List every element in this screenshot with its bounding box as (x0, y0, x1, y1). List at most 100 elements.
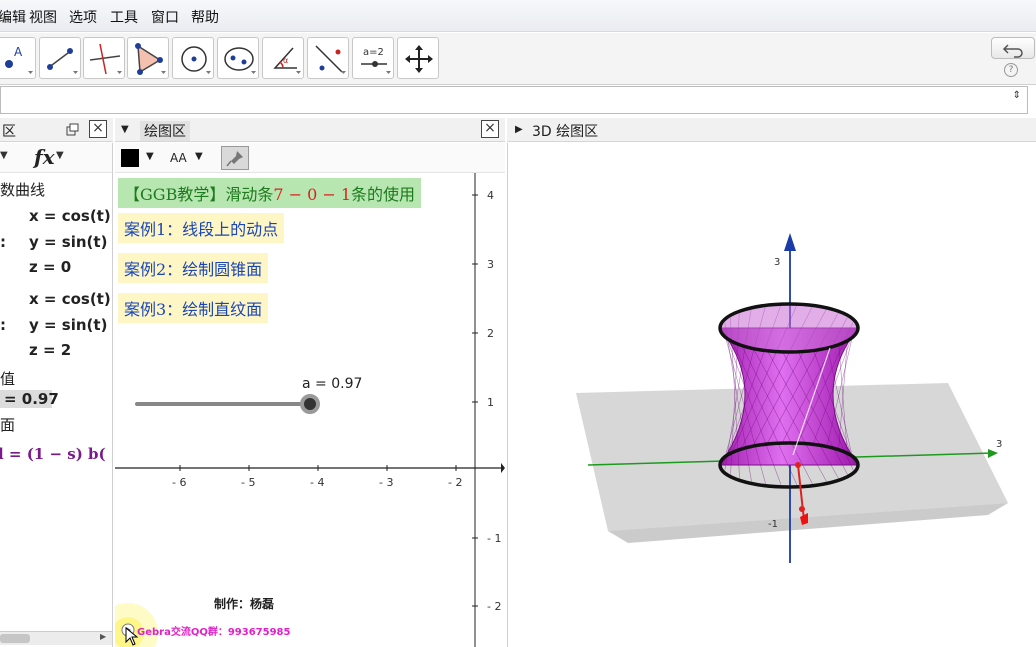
point-tool[interactable]: A (0, 37, 36, 79)
algebra-entry[interactable]: z = 2 (29, 341, 71, 359)
y-tick-label: 2 (487, 327, 494, 340)
dropdown-arrow-icon[interactable]: ▼ (56, 150, 64, 161)
undo-icon (1002, 44, 1023, 58)
ellipse-icon (224, 47, 256, 74)
input-spinner-icon[interactable]: ⇕ (1013, 91, 1021, 101)
menu-edit[interactable]: 编辑 (0, 7, 26, 27)
algebra-entry[interactable]: x = cos(t) (29, 207, 111, 225)
polygon-tool[interactable] (127, 37, 169, 79)
x-tick-label: - 2 (448, 476, 462, 489)
algebra-entry[interactable]: l = (1 − s) b( (0, 445, 106, 463)
dropdown-arrow-icon[interactable]: ▼ (146, 151, 154, 162)
perpendicular-tool[interactable] (83, 37, 125, 79)
slider-icon: a=2 (361, 47, 391, 74)
dropdown-arrow-icon[interactable]: ▼ (195, 151, 203, 162)
ellipse-tool[interactable] (217, 37, 259, 79)
algebra-entry-selected[interactable]: = 0.97 (0, 390, 59, 408)
graphics3d-view[interactable]: 3 3 -1 (507, 143, 1036, 647)
move-graphics-tool[interactable] (397, 37, 439, 79)
algebra-entry[interactable]: y = sin(t) (29, 316, 107, 334)
algebra-close-button[interactable]: × (89, 120, 107, 138)
text-style-button[interactable]: AA (170, 151, 187, 165)
title-part-a: 【GGB教学】滑动条 (124, 185, 274, 204)
perpendicular-icon (89, 43, 122, 75)
menu-tools[interactable]: 工具 (110, 7, 138, 27)
point-3d[interactable] (795, 462, 801, 468)
angle-tool[interactable]: α (262, 37, 304, 79)
scroll-right-icon[interactable]: ▶ (100, 632, 106, 641)
slider-track[interactable] (135, 402, 315, 406)
menu-window[interactable]: 窗口 (151, 7, 179, 27)
scrollbar-thumb[interactable] (0, 634, 30, 643)
graphics-title: 绘图区 (140, 121, 190, 141)
toolbar: A α a=2 ? (0, 33, 1036, 85)
x-tick-label: - 5 (241, 476, 255, 489)
fx-icon[interactable]: fx (34, 145, 55, 169)
z-axis-3d-arrow-icon (784, 233, 796, 251)
menu-help[interactable]: 帮助 (191, 7, 219, 27)
z-tick-3d: 3 (774, 257, 780, 268)
graphics-view[interactable]: - 6 - 5 - 4 - 3 - 2 4 3 2 1 - 1 - 2 【GGB教学】滑动条7 −… (115, 143, 505, 647)
x-tick-label: - 3 (379, 476, 393, 489)
algebra-header: 区 × (0, 118, 113, 142)
expand-arrow-icon[interactable]: ▶ (515, 124, 523, 135)
svg-text:α: α (283, 56, 288, 65)
algebra-group-label: 数曲线 (0, 181, 46, 199)
move-icon (405, 45, 433, 73)
algebra-view: ▼ fx ▼ 数曲线 x = cos(t) : y = sin(t) z = 0… (0, 143, 113, 647)
graphics3d-canvas[interactable]: 3 3 -1 (508, 143, 1036, 647)
reflect-icon (315, 45, 346, 74)
graphics-close-button[interactable]: × (481, 120, 499, 138)
y-tick-label: - 1 (487, 532, 501, 545)
graphics-style-bar: ▼ AA ▼ (115, 143, 505, 173)
algebra-scrollbar[interactable]: ▶ (0, 631, 112, 645)
line-tool[interactable] (39, 37, 81, 79)
x-tick-label: - 6 (172, 476, 186, 489)
case-2-button[interactable]: 案例2：绘制圆锥面 (118, 253, 269, 283)
reflect-tool[interactable] (307, 37, 349, 79)
author-label: 制作：杨磊 (214, 597, 275, 611)
top-circle (718, 302, 860, 354)
y-tick-label: 4 (487, 189, 494, 202)
title-part-c: 条的使用 (351, 185, 416, 204)
point-3d[interactable] (799, 506, 805, 512)
collapse-arrow-icon[interactable]: ▼ (121, 124, 129, 135)
menu-options[interactable]: 选项 (69, 7, 97, 27)
svg-text:a=2: a=2 (363, 47, 384, 58)
angle-icon: α (273, 47, 301, 74)
dropdown-arrow-icon[interactable]: ▼ (0, 150, 8, 161)
x-axis-3d-arrow-icon (988, 449, 998, 458)
mouse-cursor-icon (125, 627, 139, 646)
point-icon: A (5, 45, 33, 74)
x-tick-label: - 4 (310, 476, 324, 489)
algebra-entry[interactable]: x = cos(t) (29, 290, 111, 308)
title-label[interactable]: 【GGB教学】滑动条7 − 0 − 1条的使用 (118, 178, 422, 208)
undo-button[interactable] (991, 37, 1035, 59)
slider-tool[interactable]: a=2 (352, 37, 394, 79)
algebra-entry[interactable]: y = sin(t) (29, 233, 107, 251)
graphics3d-title: 3D 绘图区 (532, 124, 599, 140)
algebra-entry[interactable]: z = 0 (29, 258, 71, 276)
circle-tool[interactable] (172, 37, 214, 79)
algebra-group-label: 值 (0, 370, 16, 388)
undock-icon[interactable] (66, 123, 80, 137)
y-tick-label: 3 (487, 258, 494, 271)
help-icon[interactable]: ? (1004, 63, 1018, 77)
algebra-style-bar: ▼ fx ▼ (0, 143, 112, 173)
x-axis-arrow-icon (501, 463, 505, 473)
pin-button[interactable] (221, 146, 249, 170)
menu-view[interactable]: 视图 (29, 7, 57, 27)
algebra-title: 区 (2, 124, 16, 140)
color-swatch[interactable] (121, 149, 139, 167)
y-tick-label: 1 (487, 396, 494, 409)
case-3-button[interactable]: 案例3：绘制直纹面 (118, 293, 269, 323)
circle-icon (181, 46, 211, 74)
polygon-icon (135, 43, 166, 75)
geogebra-window: 编辑 视图 选项 工具 窗口 帮助 A α a=2 ? ⇕ 区 × ▼ fx ▼… (0, 0, 1036, 647)
input-bar[interactable]: ⇕ (0, 86, 1028, 114)
svg-text:A: A (14, 45, 23, 59)
menu-bar: 编辑 视图 选项 工具 窗口 帮助 (0, 0, 1036, 32)
slider-knob[interactable] (299, 394, 320, 414)
case-1-button[interactable]: 案例1：线段上的动点 (118, 213, 285, 243)
line-icon (47, 48, 78, 74)
